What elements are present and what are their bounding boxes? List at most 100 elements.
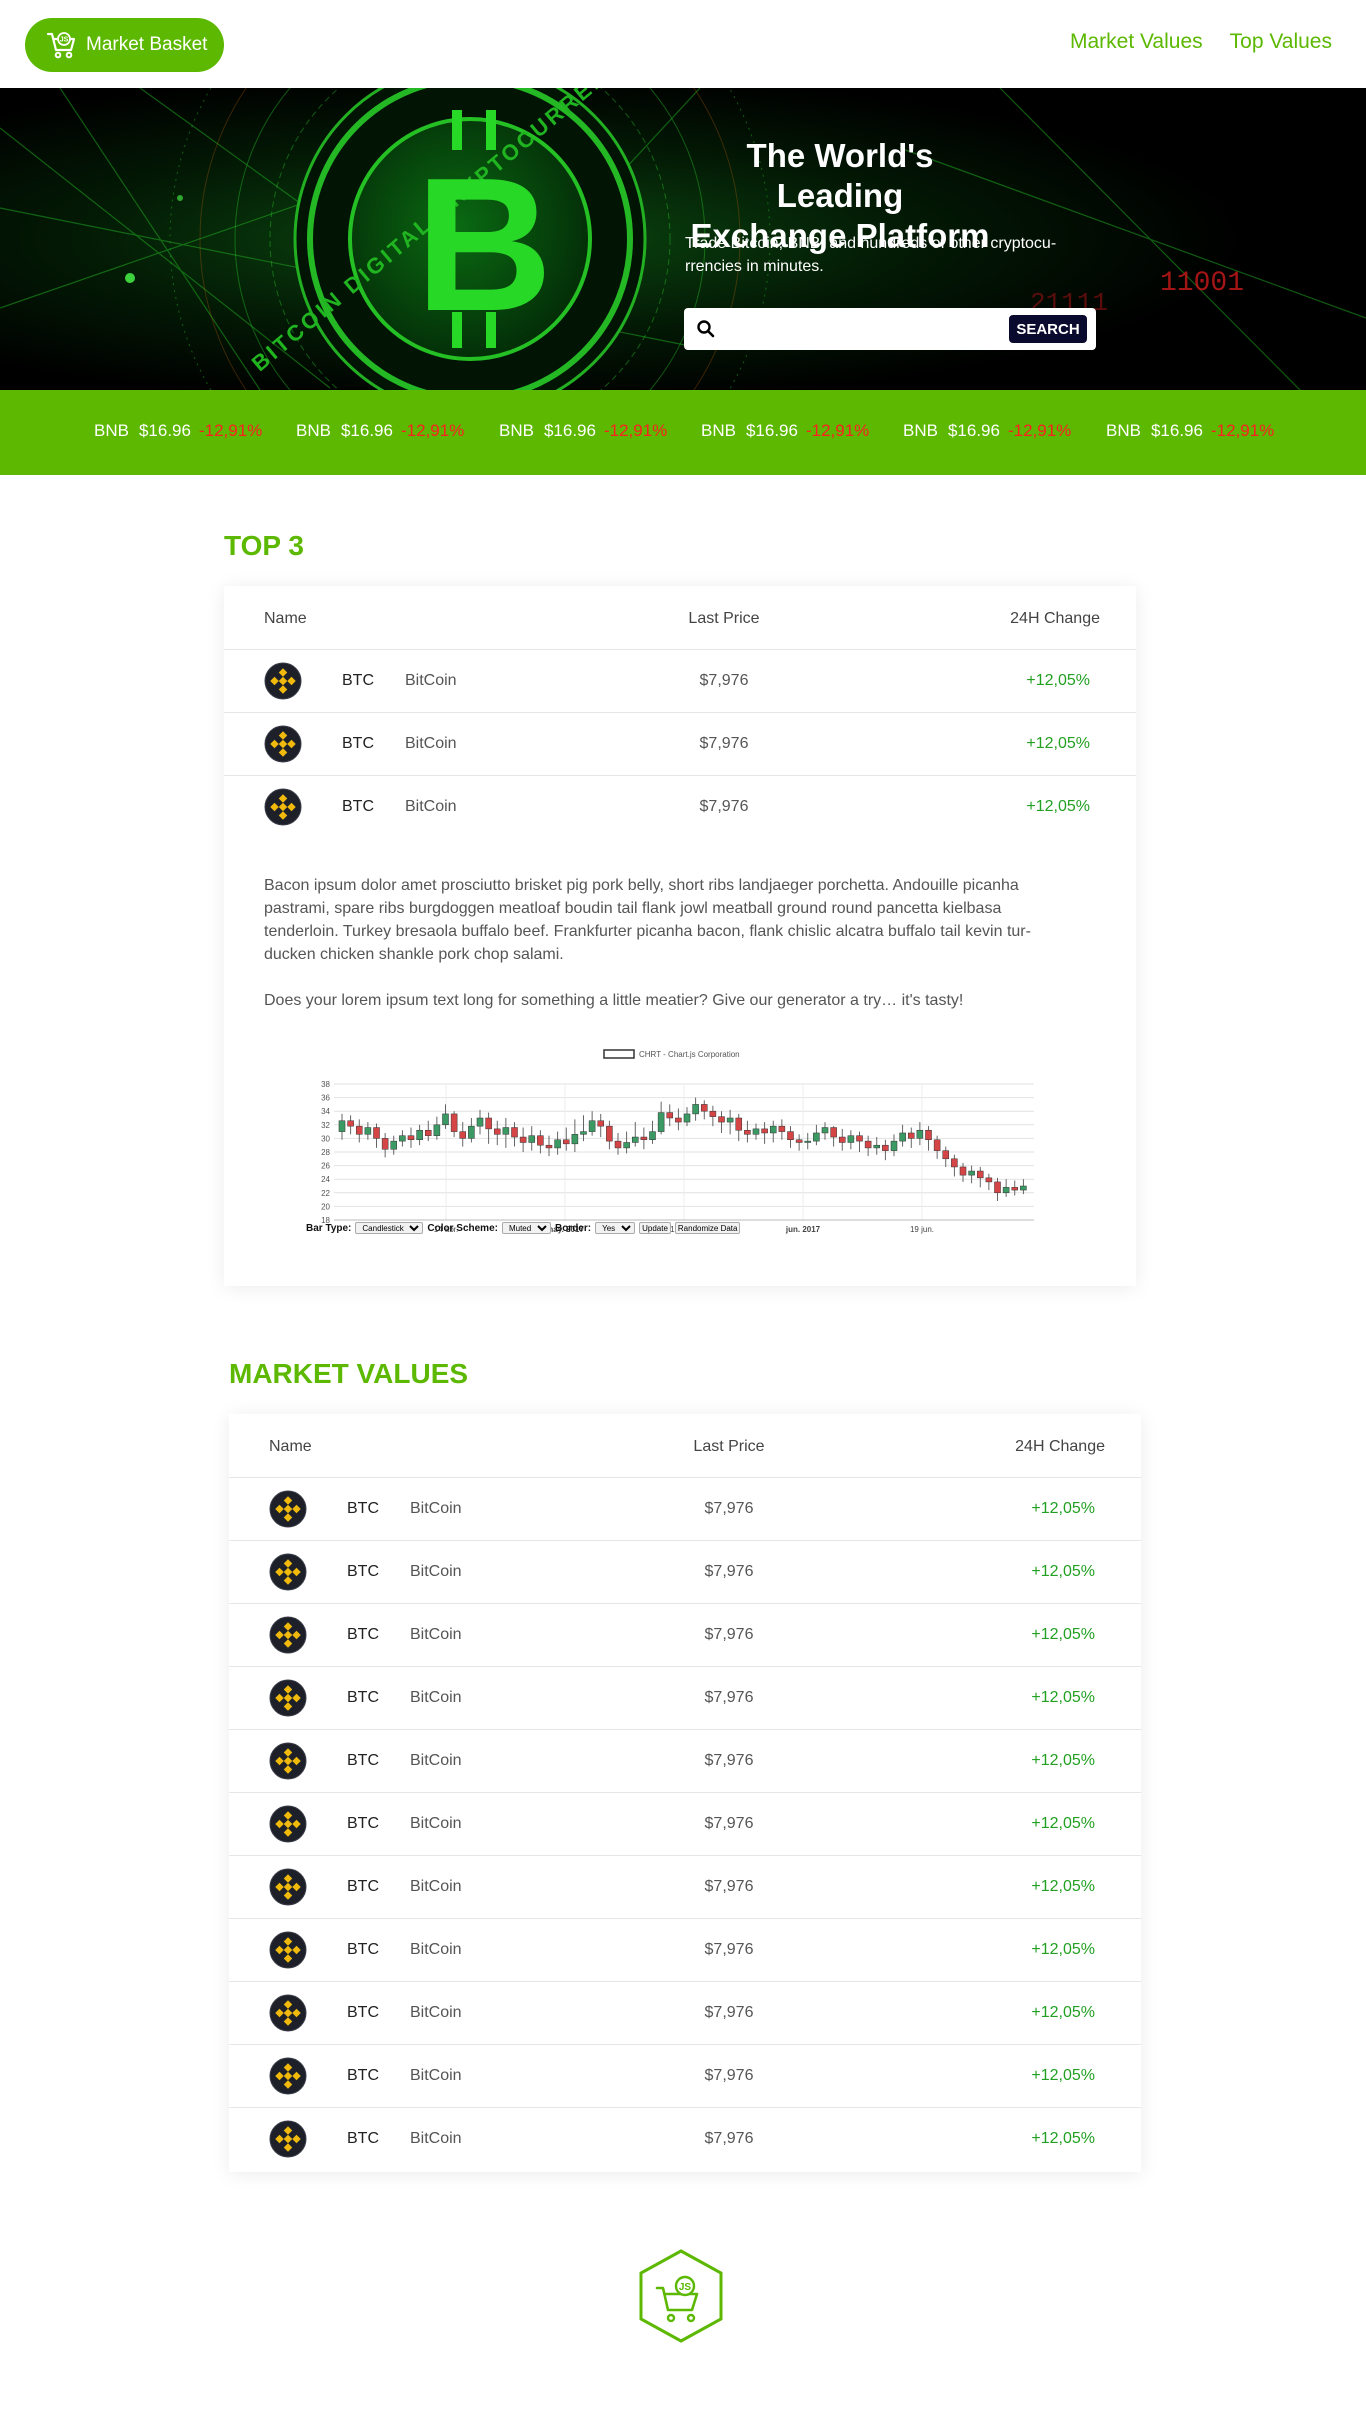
candle-body — [450, 1113, 458, 1132]
coin-name: BitCoin — [405, 735, 457, 752]
candle-body — [735, 1117, 743, 1131]
table-row[interactable]: BTC BitCoin $7,976 +12,05% — [229, 1919, 1141, 1982]
candle-body — [528, 1135, 536, 1143]
table-row[interactable]: BTC BitCoin $7,976 +12,05% — [229, 1793, 1141, 1856]
coin-last-price: $7,976 — [699, 672, 749, 689]
coin-24h-change: +12,05% — [1031, 1878, 1095, 1895]
candle-body — [709, 1110, 717, 1117]
nav-link-top-values[interactable]: Top Values — [1230, 30, 1332, 54]
coin-name: BitCoin — [405, 798, 457, 815]
randomize-data-button[interactable]: Randomize Data — [674, 1222, 741, 1234]
coin-24h-change: +12,05% — [1031, 1563, 1095, 1580]
table-row[interactable]: BTC BitCoin $7,976 +12,05% — [229, 1856, 1141, 1919]
ticker-price: $16.96 — [947, 421, 1000, 440]
coin-24h-change: +12,05% — [1031, 2004, 1095, 2021]
candle-body — [399, 1135, 406, 1142]
candle-body — [355, 1125, 363, 1135]
table-row[interactable]: BTC BitCoin $7,976 +12,05% — [229, 1667, 1141, 1730]
ticker-price: $16.96 — [543, 421, 596, 440]
ticker-symbol: BNB — [701, 421, 736, 440]
coin-symbol: BTC — [342, 735, 374, 752]
binance-coin-icon — [269, 1553, 307, 1591]
paragraph-line: ducken chicken shankle pork chop salami. — [264, 946, 564, 963]
candle-body — [873, 1144, 881, 1149]
coin-name: BitCoin — [410, 1689, 462, 1706]
ticker-price: $16.96 — [745, 421, 798, 440]
candle-body — [606, 1125, 613, 1142]
color-scheme-select[interactable]: Muted — [501, 1222, 551, 1234]
coin-name: BitCoin — [405, 672, 457, 689]
search-input[interactable] — [726, 316, 966, 342]
table-row[interactable]: BTC BitCoin $7,976 +12,05% — [224, 713, 1136, 776]
candle-body — [778, 1125, 786, 1132]
candle-body — [537, 1135, 544, 1146]
candle-body — [588, 1120, 596, 1132]
coin-24h-change: +12,05% — [1031, 1689, 1095, 1706]
candle-body — [968, 1170, 975, 1176]
candle-body — [571, 1134, 579, 1145]
chart-controls: Bar Type: Candlestick Color Scheme: Mute… — [306, 1222, 741, 1234]
update-button[interactable]: Update — [639, 1222, 671, 1234]
table-header: Name Last Price 24H Change — [229, 1414, 1141, 1478]
color-scheme-label: Color Scheme: — [427, 1222, 498, 1234]
coin-symbol: BTC — [347, 1563, 379, 1580]
candle-body — [951, 1158, 958, 1168]
table-row[interactable]: BTC BitCoin $7,976 +12,05% — [229, 1730, 1141, 1793]
candle-body — [442, 1113, 449, 1126]
search-button[interactable]: SEARCH — [1009, 315, 1087, 343]
candle-body — [856, 1135, 863, 1142]
top3-card: Name Last Price 24H Change BTC BitCoin $7,… — [224, 586, 1136, 1286]
table-row[interactable]: BTC BitCoin $7,976 +12,05% — [229, 1982, 1141, 2045]
table-row[interactable]: BTC BitCoin $7,976 +12,05% — [229, 1478, 1141, 1541]
header-last-price: Last Price — [688, 610, 760, 627]
table-row[interactable]: BTC BitCoin $7,976 +12,05% — [229, 1604, 1141, 1667]
ticker-item: BNB $16.96 -12,91% — [1106, 421, 1274, 441]
candle-body — [468, 1125, 475, 1139]
coin-24h-change: +12,05% — [1031, 1815, 1095, 1832]
candle-body — [519, 1136, 527, 1143]
table-row[interactable]: BTC BitCoin $7,976 +12,05% — [224, 650, 1136, 713]
border-select[interactable]: Yes — [595, 1222, 636, 1234]
candle-body — [338, 1120, 346, 1132]
table-row[interactable]: BTC BitCoin $7,976 +12,05% — [229, 1541, 1141, 1604]
y-tick-label: 34 — [321, 1107, 330, 1116]
coin-24h-change: +12,05% — [1031, 1626, 1095, 1643]
coin-name: BitCoin — [410, 1626, 462, 1643]
table-row[interactable]: BTC BitCoin $7,976 +12,05% — [224, 776, 1136, 839]
bar-type-label: Bar Type: — [306, 1222, 352, 1234]
nav-link-market-values[interactable]: Market Values — [1070, 30, 1203, 54]
candle-body — [502, 1127, 510, 1135]
candle-body — [390, 1140, 398, 1150]
candle-body — [925, 1129, 932, 1141]
candle-body — [476, 1117, 484, 1127]
candle-body — [726, 1117, 734, 1123]
table-row[interactable]: BTC BitCoin $7,976 +12,05% — [229, 2045, 1141, 2108]
coin-last-price: $7,976 — [704, 1500, 754, 1517]
ticker-item: BNB $16.96 -12,91% — [296, 421, 464, 441]
coin-symbol: BTC — [347, 2004, 379, 2021]
ticker-symbol: BNB — [499, 421, 534, 440]
coin-symbol: BTC — [347, 1626, 379, 1643]
coin-last-price: $7,976 — [699, 798, 749, 815]
candle-body — [890, 1140, 898, 1151]
coin-name: BitCoin — [410, 2004, 462, 2021]
candle-body — [511, 1127, 518, 1138]
x-tick-label: 19 jun. — [910, 1225, 934, 1234]
border-label: Border: — [554, 1222, 592, 1234]
ticker-symbol: BNB — [296, 421, 331, 440]
coin-symbol: BTC — [347, 1941, 379, 1958]
candle-body — [813, 1132, 820, 1142]
ticker-item: BNB $16.96 -12,91% — [94, 421, 262, 441]
table-row[interactable]: BTC BitCoin $7,976 +12,05% — [229, 2108, 1141, 2171]
candlestick-chart: CHRT - Chart.js Corporation 18 20 22 24 26 28 3… — [304, 1046, 1044, 1246]
candle-body — [657, 1112, 665, 1132]
hero-binary-text: 11001 — [1160, 268, 1244, 299]
header-24h-change: 24H Change — [1015, 1438, 1105, 1455]
coin-name: BitCoin — [410, 2130, 462, 2147]
description-paragraph: Bacon ipsum dolor amet prosciutto briske… — [264, 874, 1104, 966]
candle-body — [838, 1136, 846, 1143]
bar-type-select[interactable]: Candlestick — [355, 1222, 424, 1234]
market-values-card: Name Last Price 24H Change BTC BitCoin $7,… — [229, 1414, 1141, 2172]
description-paragraph-2: Does your lorem ipsum text long for some… — [264, 992, 964, 1009]
brand-button[interactable]: JS Market Basket — [25, 18, 224, 72]
